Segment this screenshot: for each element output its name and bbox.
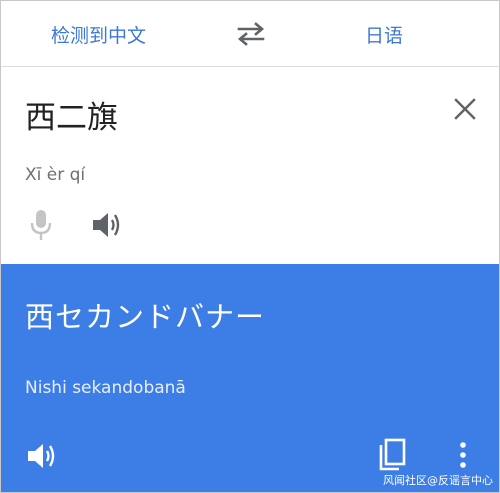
source-input-panel[interactable]: 西二旗 Xī èr qí [1,67,499,263]
microphone-icon[interactable] [28,208,54,242]
source-romanization: Xī èr qí [25,165,86,185]
swap-arrows-icon[interactable] [236,21,266,47]
speaker-icon[interactable] [26,441,58,471]
source-language-button[interactable]: 检测到中文 [51,21,146,48]
translated-text: 西セカンドバナー [25,300,266,334]
more-vert-icon[interactable] [453,440,473,470]
speaker-icon[interactable] [90,210,124,240]
close-icon[interactable] [451,95,479,123]
source-text[interactable]: 西二旗 [25,92,118,137]
copy-icon[interactable] [377,437,407,473]
translation-output-panel: 西セカンドバナー Nishi sekandobanā 风闻社区@反谣言中心 [1,264,499,492]
language-bar: 检测到中文 日语 [1,1,499,67]
translate-app: 检测到中文 日语 西二旗 Xī èr qí 西セカンドバナー Nishi sek… [0,0,500,493]
target-language-button[interactable]: 日语 [365,21,403,48]
watermark: 风闻社区@反谣言中心 [383,474,493,487]
translation-romanization: Nishi sekandobanā [25,378,186,398]
